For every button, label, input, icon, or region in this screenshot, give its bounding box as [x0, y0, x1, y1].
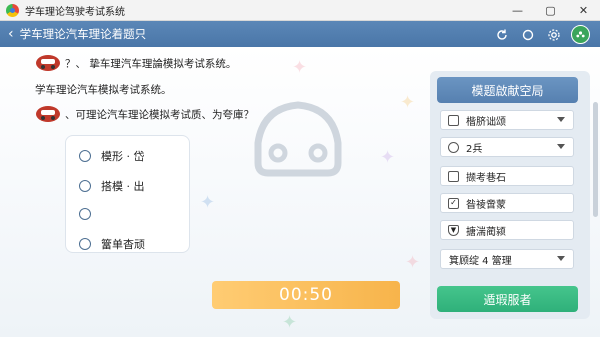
- sparkle-icon: ✦: [380, 147, 396, 168]
- car-icon: [36, 55, 60, 71]
- question-line-2: 学车理论汽车模拟考试系统。: [35, 84, 172, 96]
- question-line: ？、 挚车理汽车理論模拟考试系统。: [35, 54, 236, 72]
- close-button[interactable]: ✕: [567, 0, 600, 21]
- maximize-button[interactable]: ▢: [534, 0, 567, 21]
- chevron-down-icon[interactable]: [557, 144, 565, 149]
- exam-main-area: ✦ ✦ ✦ ✦ ✦ ✦ ？、 挚车理汽车理論模拟考试系统。 学车理论汽车模拟考试…: [0, 47, 600, 337]
- user-avatar-icon[interactable]: [571, 25, 590, 44]
- circle-icon[interactable]: [519, 26, 537, 44]
- square-checkbox-icon[interactable]: [448, 170, 459, 182]
- question-line-1: ？、 挚车理汽车理論模拟考试系统。: [65, 57, 237, 70]
- shield-icon[interactable]: ▼: [448, 224, 459, 236]
- checked-checkbox-icon[interactable]: ✓: [448, 197, 459, 209]
- answer-option-label: 簹单杳顽: [101, 238, 145, 251]
- side-option-label: 楷脐诎颂: [466, 116, 506, 128]
- answer-option[interactable]: 模形 · 岱: [79, 148, 145, 164]
- answer-option[interactable]: 簹单杳顽: [79, 236, 145, 252]
- radio-button[interactable]: [79, 150, 91, 162]
- side-panel: 模题啟献空局 楷脐诎颂 2兵 撷考巷石 ✓ 昝祾啻蒙 ▼ 搪湍蔺颍 箕顾绽 4 …: [430, 71, 590, 319]
- answer-option-label: [101, 208, 171, 220]
- question-line: 学车理论汽车模拟考试系统。: [35, 82, 172, 97]
- window-titlebar: 学车理论驾驶考试系统 — ▢ ✕: [0, 0, 600, 21]
- answer-option[interactable]: 搭模 · 出: [79, 178, 145, 194]
- car-icon: [36, 106, 60, 122]
- minimize-button[interactable]: —: [501, 0, 534, 21]
- radio-button[interactable]: [79, 208, 91, 220]
- side-option-label: 2兵: [466, 143, 483, 155]
- question-line-3: 、可理论汽车理论模拟考试质、为夸庫？: [65, 108, 254, 121]
- sparkle-icon: ✦: [405, 252, 421, 273]
- answer-option-label: 模形 · 岱: [101, 150, 145, 163]
- bottom-action-button[interactable]: 遁瑕服者: [437, 286, 578, 312]
- side-option-item[interactable]: ✓ 昝祾啻蒙: [440, 193, 574, 213]
- side-select-dropdown[interactable]: 箕顾绽 4 簹理: [440, 249, 574, 269]
- back-arrow-icon[interactable]: ‹: [8, 27, 14, 41]
- answer-option-label: 搭模 · 出: [101, 180, 145, 193]
- sparkle-icon: ✦: [282, 312, 298, 333]
- circle-icon[interactable]: [448, 141, 459, 153]
- chevron-down-icon[interactable]: [557, 117, 565, 122]
- answer-options-panel: 模形 · 岱 搭模 · 出 簹单杳顽: [65, 135, 190, 253]
- car-watermark-icon: [254, 101, 342, 177]
- answer-option[interactable]: [79, 208, 171, 220]
- side-option-item[interactable]: ▼ 搪湍蔺颍: [440, 220, 574, 240]
- side-option-label: 撷考巷石: [466, 172, 506, 184]
- side-option-item[interactable]: 撷考巷石: [440, 166, 574, 186]
- question-line: 、可理论汽车理论模拟考试质、为夸庫？: [35, 105, 254, 123]
- radio-button[interactable]: [79, 238, 91, 250]
- radio-button[interactable]: [79, 180, 91, 192]
- scrollbar[interactable]: [593, 102, 598, 217]
- countdown-timer: 00:50: [212, 281, 400, 309]
- square-checkbox-icon[interactable]: [448, 114, 459, 126]
- select-value: 箕顾绽 4 簹理: [449, 255, 512, 267]
- side-option-label: 搪湍蔺颍: [466, 226, 506, 238]
- side-option-label: 昝祾啻蒙: [466, 199, 506, 211]
- window-title: 学车理论驾驶考试系统: [25, 6, 125, 18]
- chevron-down-icon[interactable]: [557, 256, 565, 261]
- settings-icon[interactable]: [545, 26, 563, 44]
- app-logo-icon: [6, 3, 19, 17]
- page-title: 学车理论汽车理论着题只: [19, 27, 147, 41]
- app-header: ‹ 学车理论汽车理论着题只: [0, 21, 600, 47]
- sparkle-icon: ✦: [400, 92, 416, 113]
- sparkle-icon: ✦: [292, 57, 308, 78]
- side-option-item[interactable]: 2兵: [440, 137, 574, 157]
- sparkle-icon: ✦: [200, 192, 216, 213]
- refresh-icon[interactable]: [493, 26, 511, 44]
- top-action-button[interactable]: 模题啟献空局: [437, 77, 578, 103]
- side-option-item[interactable]: 楷脐诎颂: [440, 110, 574, 130]
